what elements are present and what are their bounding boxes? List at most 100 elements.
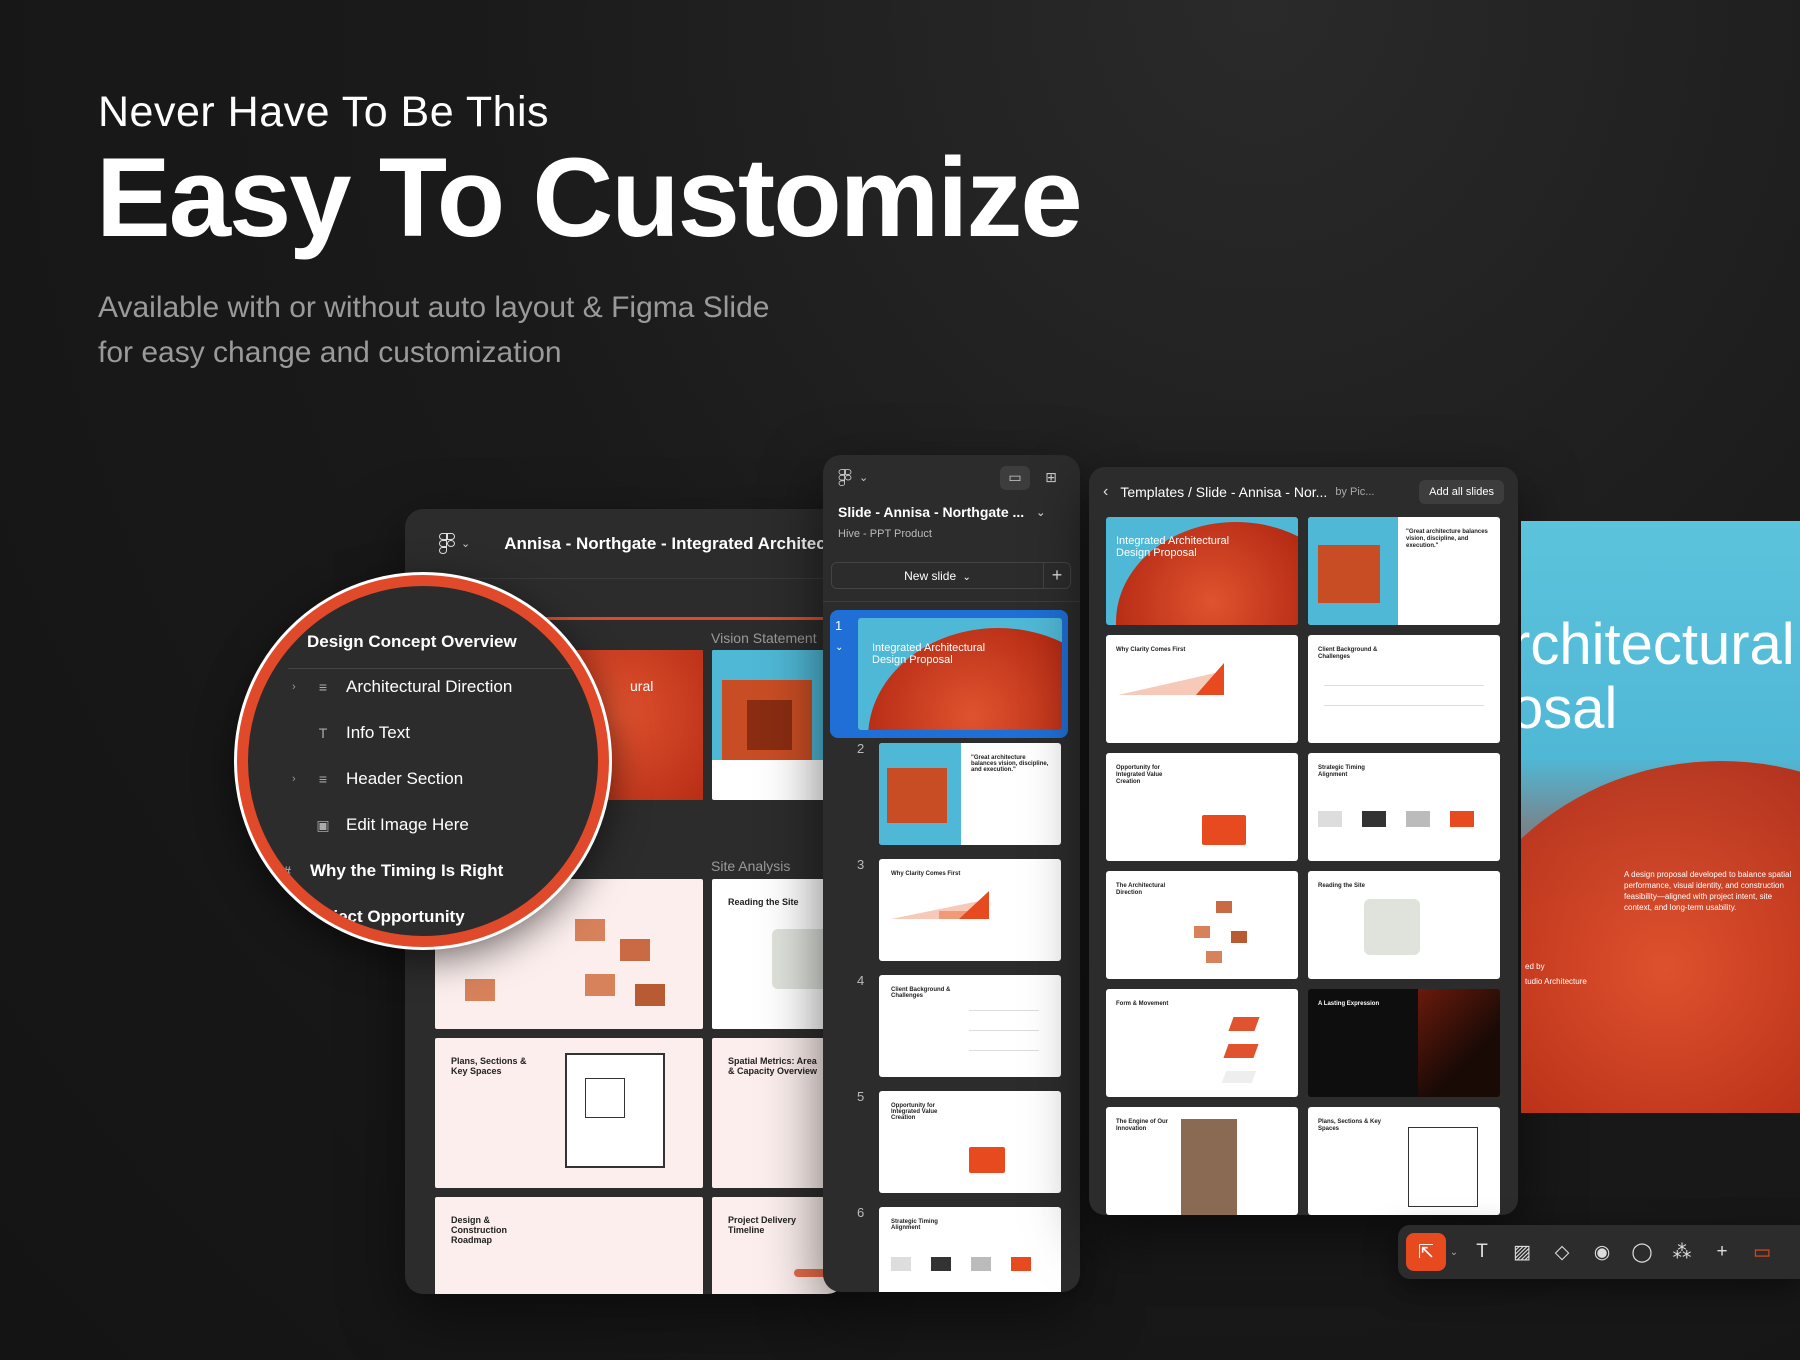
layer-design-concept-overview[interactable]: Design Concept Overview: [307, 632, 517, 652]
divider: [823, 601, 1080, 602]
layer-label: oject Opportunity: [323, 907, 465, 926]
template-card-caption: Plans, Sections & Key Spaces: [1318, 1119, 1382, 1132]
layer-why-timing[interactable]: # Why the Timing Is Right: [278, 861, 503, 881]
layers-magnifier: Design Concept Overview › ≡ Architectura…: [237, 575, 609, 947]
template-card-7[interactable]: The Architectural Direction: [1106, 871, 1298, 979]
slide-number: 5: [857, 1089, 865, 1104]
text-tool-icon[interactable]: T: [1462, 1233, 1502, 1271]
move-tool-icon[interactable]: ⇱: [1406, 1233, 1446, 1271]
chevron-down-icon[interactable]: ⌄: [461, 537, 470, 550]
slides-file-title[interactable]: Slide - Annisa - Northgate ... ⌄: [823, 500, 1080, 524]
interaction-tool-icon[interactable]: ◉: [1582, 1233, 1622, 1271]
template-card-8[interactable]: Reading the Site: [1308, 871, 1500, 979]
slide-thumb-caption: Reading the Site: [728, 897, 799, 907]
chevron-right-icon[interactable]: ›: [292, 773, 304, 785]
figma-icon[interactable]: [439, 532, 455, 555]
slide-thumb-4: Client Background & Challenges: [879, 975, 1061, 1077]
widgets-tool-icon[interactable]: ⁂: [1662, 1233, 1702, 1271]
slide-thumb-caption: Strategic Timing Alignment: [891, 1219, 938, 1231]
preview-credit-line-1: ed by: [1525, 962, 1545, 971]
shape-tool-icon[interactable]: ◇: [1542, 1233, 1582, 1271]
template-card-caption: Integrated Architectural Design Proposal: [1116, 535, 1230, 559]
slide-thumb-5: Opportunity for Integrated Value Creatio…: [879, 1091, 1061, 1193]
slide-label-site: Site Analysis: [711, 858, 791, 874]
staircase-chart-graphic: [891, 891, 989, 919]
new-slide-button[interactable]: New slide ⌄: [832, 569, 1043, 583]
chevron-down-icon[interactable]: ⌄: [859, 471, 868, 484]
single-view-icon[interactable]: ▭: [1000, 465, 1030, 490]
layer-label: Architectural Direction: [346, 677, 513, 696]
template-card-caption: Opportunity for Integrated Value Creatio…: [1116, 765, 1163, 785]
template-card-6[interactable]: Strategic Timing Alignment: [1308, 753, 1500, 861]
template-card-caption: The Architectural Direction: [1116, 883, 1166, 896]
editor-titlebar: ⌄ Annisa - Northgate - Integrated Archit…: [405, 509, 845, 579]
layer-label: Header Section: [346, 769, 464, 788]
template-card-1[interactable]: Integrated Architectural Design Proposal: [1106, 517, 1298, 625]
slide-thumb-6: Strategic Timing Alignment: [879, 1207, 1061, 1292]
templates-breadcrumb[interactable]: Templates / Slide - Annisa - Nor...: [1120, 484, 1327, 500]
layer-header-section[interactable]: › ≡ Header Section: [292, 769, 463, 789]
slide-thumb-plans[interactable]: Plans, Sections & Key Spaces: [435, 1038, 703, 1188]
layer-label: Edit Image Here: [346, 815, 469, 834]
slides-panel-header: ⌄ ▭ ⊞: [823, 455, 1080, 500]
hero-subtitle: Available with or without auto layout & …: [98, 285, 818, 375]
templates-author: by Pic...: [1335, 486, 1375, 498]
image-tool-icon[interactable]: ▨: [1502, 1233, 1542, 1271]
layer-edit-image-here[interactable]: ▣ Edit Image Here: [314, 815, 469, 835]
slide-label-vision: Vision Statement: [711, 630, 817, 646]
auto-layout-icon: ≡: [318, 771, 328, 787]
template-card-2[interactable]: "Great architecture balances vision, dis…: [1308, 517, 1500, 625]
slide-number: 6: [857, 1205, 865, 1220]
chevron-left-icon[interactable]: ‹: [1103, 483, 1108, 501]
template-card-10[interactable]: A Lasting Expression: [1308, 989, 1500, 1097]
layer-project-opportunity[interactable]: oject Opportunity: [323, 907, 465, 927]
slide-thumb-caption: "Great architecture balances vision, dis…: [971, 755, 1049, 773]
template-card-caption: Reading the Site: [1318, 883, 1366, 889]
plus-icon[interactable]: +: [1702, 1233, 1742, 1271]
frame-icon: #: [283, 863, 291, 879]
preview-heading-line-2: osal: [1521, 676, 1618, 741]
slide-number: 3: [857, 857, 865, 872]
chevron-down-icon[interactable]: ⌄: [835, 642, 843, 653]
template-card-3[interactable]: Why Clarity Comes First: [1106, 635, 1298, 743]
add-all-slides-button[interactable]: Add all slides: [1419, 480, 1504, 504]
chevron-down-icon[interactable]: ⌄: [1036, 506, 1045, 519]
grid-view-icon[interactable]: ⊞: [1036, 466, 1066, 490]
add-slide-button[interactable]: +: [1043, 563, 1070, 588]
slide-thumb-caption: Design & Construction Roadmap: [451, 1215, 507, 1245]
template-card-11[interactable]: The Engine of Our Innovation: [1106, 1107, 1298, 1215]
hero-title: Easy To Customize: [96, 135, 1083, 260]
slide-thumb-roadmap[interactable]: Design & Construction Roadmap: [435, 1197, 703, 1294]
chevron-down-icon[interactable]: ⌄: [1446, 1233, 1462, 1271]
slide-number: 1: [835, 618, 843, 633]
slide-thumb-caption: Client Background & Challenges: [891, 987, 951, 999]
figma-icon[interactable]: [838, 468, 852, 487]
slide-thumb-title-text: ural: [630, 678, 654, 694]
chevron-down-icon: ⌄: [962, 571, 971, 583]
chevron-right-icon[interactable]: ›: [292, 681, 304, 693]
hero-eyebrow: Never Have To Be This: [98, 88, 550, 136]
template-card-caption: The Engine of Our Innovation: [1116, 1119, 1168, 1132]
template-card-12[interactable]: Plans, Sections & Key Spaces: [1308, 1107, 1500, 1215]
template-card-9[interactable]: Form & Movement: [1106, 989, 1298, 1097]
document-title[interactable]: Annisa - Northgate - Integrated Architec: [504, 534, 825, 554]
template-card-4[interactable]: Client Background & Challenges: [1308, 635, 1500, 743]
text-icon: T: [318, 725, 328, 741]
layer-architectural-direction[interactable]: › ≡ Architectural Direction: [292, 677, 512, 697]
layer-info-text[interactable]: T Info Text: [314, 723, 410, 743]
preview-heading-line-1: rchitectural: [1521, 612, 1795, 677]
template-card-caption: Form & Movement: [1116, 1001, 1169, 1007]
preview-credit-line-2: tudio Architecture: [1525, 977, 1587, 986]
slide-thumb-3: Why Clarity Comes First: [879, 859, 1061, 961]
comment-tool-icon[interactable]: ◯: [1622, 1233, 1662, 1271]
slides-panel: ⌄ ▭ ⊞ Slide - Annisa - Northgate ... ⌄ H…: [823, 455, 1080, 1292]
new-slide-control: New slide ⌄ +: [831, 562, 1071, 589]
slide-preview[interactable]: rchitectural osal A design proposal deve…: [1521, 521, 1800, 1113]
hero-subtitle-line-1: Available with or without auto layout & …: [98, 291, 770, 324]
template-card-5[interactable]: Opportunity for Integrated Value Creatio…: [1106, 753, 1298, 861]
templates-panel: ‹ Templates / Slide - Annisa - Nor... by…: [1089, 467, 1518, 1215]
chat-icon[interactable]: ▭: [1742, 1233, 1782, 1271]
layer-label: Info Text: [346, 723, 410, 742]
slides-file-subtitle: Hive - PPT Product: [838, 528, 932, 540]
hero-subtitle-line-2: for easy change and customization: [98, 336, 562, 369]
